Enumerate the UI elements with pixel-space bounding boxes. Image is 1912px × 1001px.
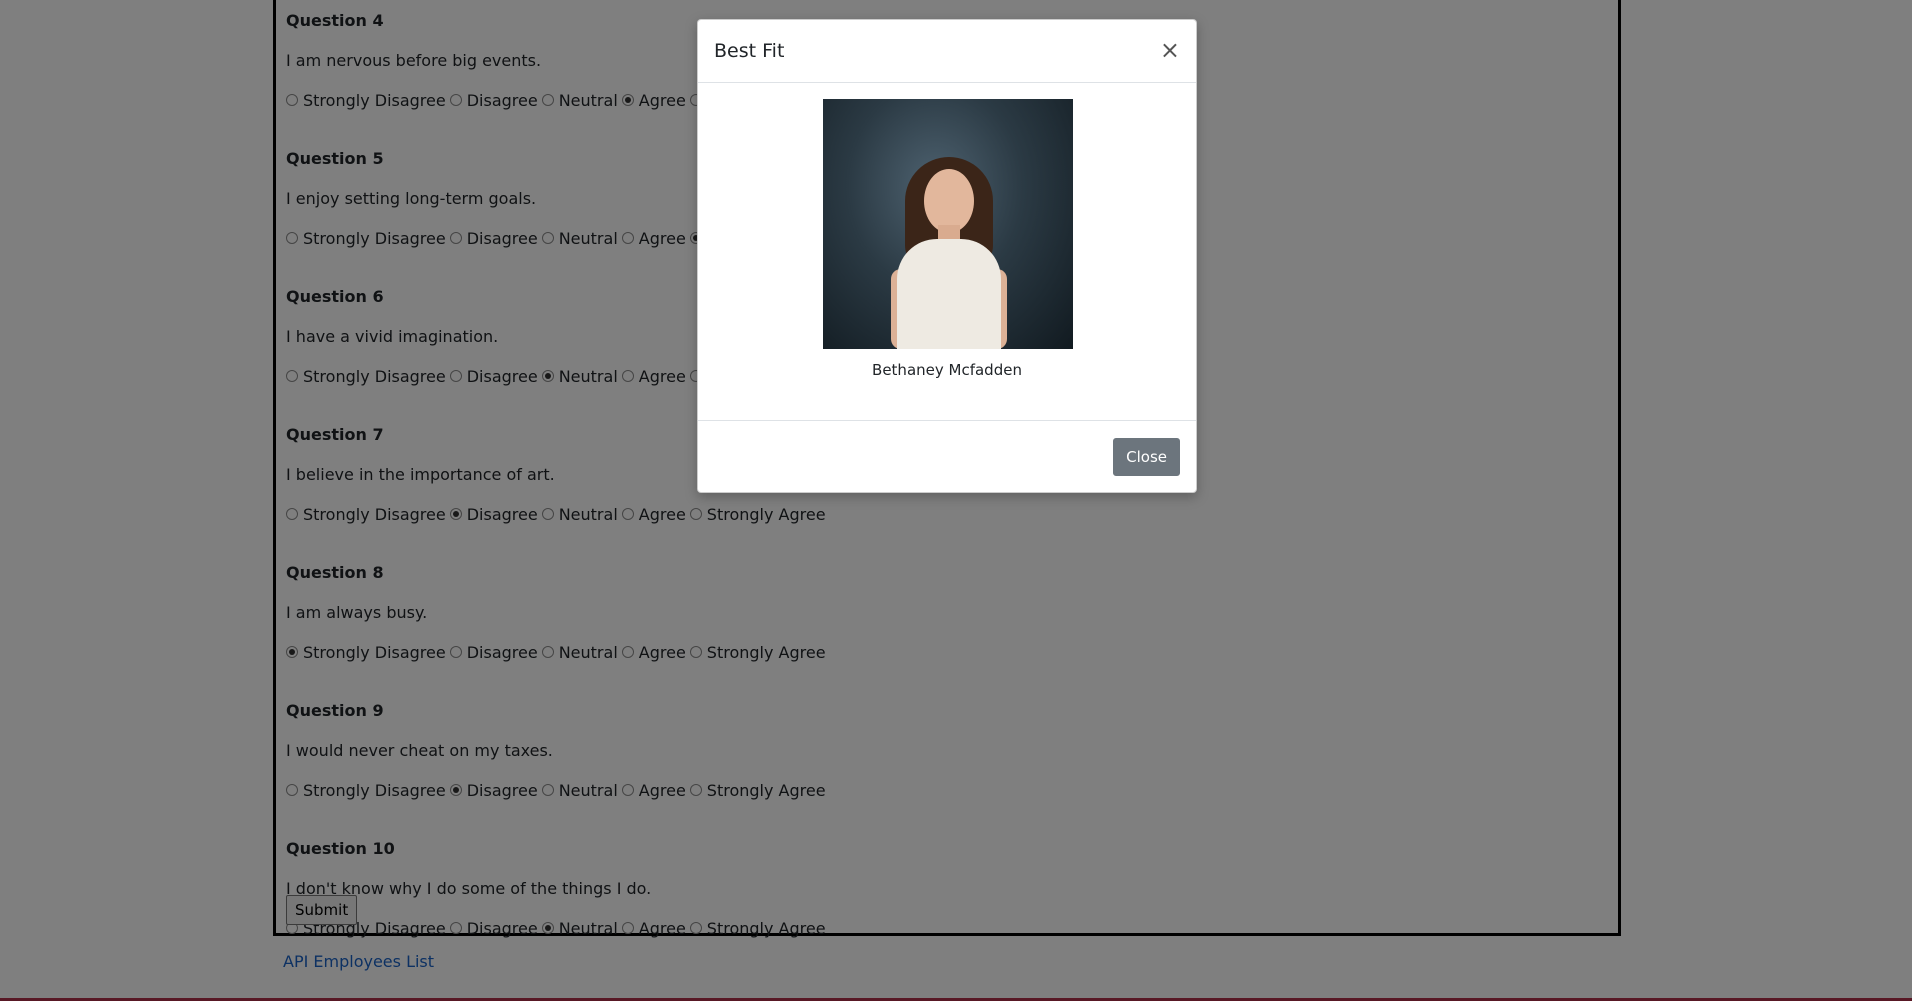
person-name: Bethaney Mcfadden bbox=[872, 361, 1022, 379]
photo-dress bbox=[897, 239, 1001, 349]
modal-body: Bethaney Mcfadden bbox=[698, 83, 1196, 421]
modal-title: Best Fit bbox=[714, 40, 785, 62]
modal-footer: Close bbox=[698, 421, 1196, 492]
photo-face bbox=[924, 169, 974, 233]
modal-header: Best Fit × bbox=[698, 20, 1196, 83]
person-photo bbox=[823, 99, 1073, 349]
close-button[interactable]: Close bbox=[1113, 437, 1180, 476]
close-icon[interactable]: × bbox=[1160, 38, 1180, 62]
best-fit-modal: Best Fit × Bethaney Mcfadden Close bbox=[697, 19, 1197, 493]
